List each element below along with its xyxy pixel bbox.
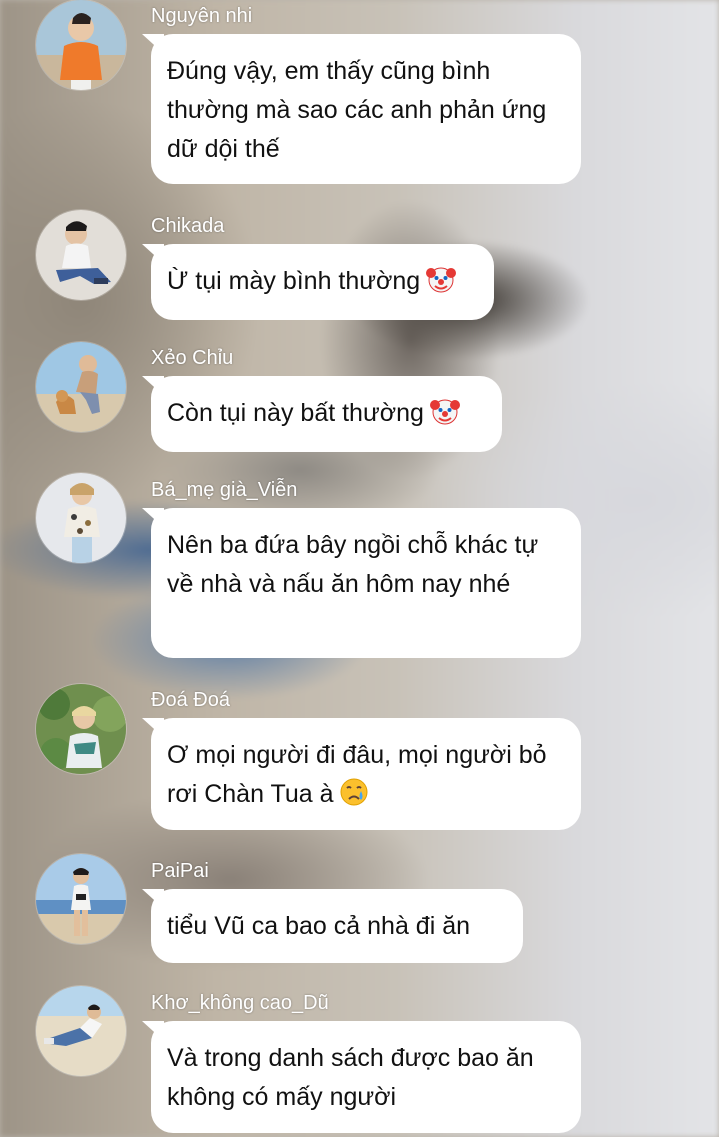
message-bubble[interactable]: tiểu Vũ ca bao cả nhà đi ăn — [151, 889, 523, 963]
sender-name: Xẻo Chỉu — [151, 347, 234, 369]
sender-name: Nguyên nhi — [151, 5, 253, 27]
person-orange-shirt-avatar[interactable] — [36, 0, 126, 90]
person-with-dog-avatar[interactable] — [36, 342, 126, 432]
person-in-foliage-avatar[interactable] — [36, 684, 126, 774]
sender-name: Bá_mẹ già_Viễn — [151, 479, 298, 501]
sender-name: Chikada — [151, 215, 225, 237]
clown-face-icon — [429, 396, 460, 426]
person-beach-avatar[interactable] — [36, 854, 126, 944]
message-bubble[interactable]: Đúng vậy, em thấy cũng bình thường mà sa… — [151, 34, 581, 184]
message-text: Và trong danh sách được bao ăn không có … — [167, 1044, 534, 1111]
message-text: tiểu Vũ ca bao cả nhà đi ăn — [167, 912, 471, 940]
message-bubble[interactable]: Và trong danh sách được bao ăn không có … — [151, 1021, 581, 1133]
message-bubble[interactable]: Còn tụi này bất thường — [151, 376, 502, 452]
person-sitting-avatar[interactable] — [36, 210, 126, 300]
person-lying-sand-avatar[interactable] — [36, 986, 126, 1076]
crying-face-icon — [339, 777, 369, 807]
message-bubble[interactable]: Ừ tụi mày bình thường — [151, 244, 494, 320]
message-text: Ừ tụi mày bình thường — [167, 267, 421, 295]
message-text: Đúng vậy, em thấy cũng bình thường mà sa… — [167, 57, 547, 163]
sender-name: Đoá Đoá — [151, 689, 230, 711]
message-bubble[interactable]: Ơ mọi người đi đâu, mọi người bỏ rơi Chà… — [151, 718, 581, 830]
sender-name: Khơ_không cao_Dũ — [151, 992, 329, 1014]
message-bubble[interactable]: Nên ba đứa bây ngồi chỗ khác tự về nhà v… — [151, 508, 581, 658]
message-text: Còn tụi này bất thường — [167, 399, 424, 427]
sender-name: PaiPai — [151, 860, 209, 882]
clown-face-icon — [426, 264, 457, 294]
message-text: Nên ba đứa bây ngồi chỗ khác tự về nhà v… — [167, 531, 539, 598]
person-floral-shirt-avatar[interactable] — [36, 473, 126, 563]
